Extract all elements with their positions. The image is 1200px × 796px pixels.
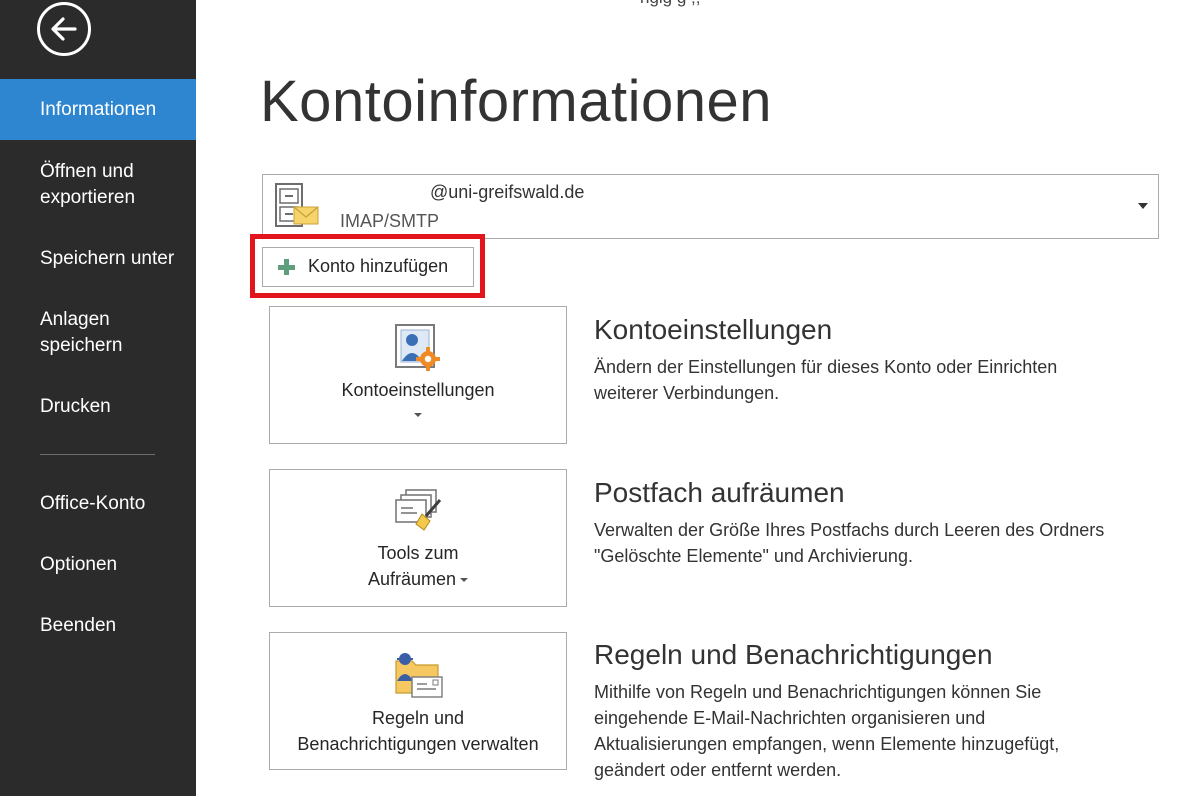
sidebar-item-label: Drucken — [40, 396, 111, 417]
sidebar-item-anlagen-speichern[interactable]: Anlagen speichern — [0, 307, 196, 359]
page-title: Kontoinformationen — [260, 69, 772, 134]
cleanup-tools-tile[interactable]: Tools zum Aufräumen — [269, 469, 567, 607]
tile-label-text: Aufräumen — [367, 569, 457, 589]
sidebar-item-office-konto[interactable]: Office-Konto — [0, 491, 196, 517]
tile-label-line2: Aufräumen — [270, 566, 566, 592]
backstage-sidebar: Informationen Öffnen und exportieren Spe… — [0, 0, 196, 796]
sidebar-item-label: exportieren — [40, 187, 136, 208]
cleanup-tools-icon — [395, 489, 442, 531]
account-selector[interactable]: @uni-greifswald.de IMAP/SMTP — [262, 174, 1159, 239]
account-type: IMAP/SMTP — [340, 211, 440, 231]
description-line: Verwalten der Größe Ihres Postfachs durc… — [594, 520, 1105, 540]
sidebar-item-label: Informationen — [40, 99, 157, 120]
sidebar-item-informationen[interactable]: Informationen — [0, 79, 196, 140]
tile-label: Kontoeinstellungen — [341, 380, 495, 400]
add-account-button[interactable]: Konto hinzufügen — [262, 247, 474, 287]
back-arrow-icon — [51, 17, 77, 41]
tile-label: Benachrichtigungen verwalten — [297, 734, 539, 754]
chevron-down-icon — [460, 578, 469, 583]
sidebar-item-label: Speichern unter — [40, 248, 175, 269]
section-title: Regeln und Benachrichtigungen — [594, 639, 993, 670]
account-email: @uni-greifswald.de — [430, 182, 585, 202]
sidebar-item-label: Beenden — [40, 615, 117, 636]
tile-label: Tools zum — [377, 543, 459, 563]
account-settings-tile[interactable]: Kontoeinstellungen — [269, 306, 567, 444]
sidebar-item-optionen[interactable]: Optionen — [0, 552, 196, 578]
cut-off-header-text: ngig g ;; — [640, 0, 701, 8]
rules-alerts-icon — [395, 653, 443, 698]
sidebar-item-label: Anlagen — [40, 309, 110, 330]
sidebar-item-label: speichern — [40, 335, 123, 356]
section-description: Mithilfe von Regeln und Benachrichtigung… — [594, 679, 1154, 783]
section-description: Verwalten der Größe Ihres Postfachs durc… — [594, 517, 1154, 569]
sidebar-item-label: Optionen — [40, 554, 118, 575]
add-account-label: Konto hinzufügen — [308, 256, 449, 276]
sidebar-item-beenden[interactable]: Beenden — [0, 613, 196, 639]
description-line: eingehende E-Mail-Nachrichten organisier… — [594, 708, 986, 728]
description-line: Aktualisierungen empfangen, wenn Element… — [594, 734, 1060, 754]
sidebar-item-speichern-unter[interactable]: Speichern unter — [0, 246, 196, 272]
back-button[interactable] — [37, 2, 91, 56]
description-line: weiterer Verbindungen. — [594, 383, 780, 403]
chevron-down-icon — [1138, 203, 1148, 209]
sidebar-item-drucken[interactable]: Drucken — [0, 394, 196, 420]
rules-alerts-tile[interactable]: Regeln und Benachrichtigungen verwalten — [269, 632, 567, 770]
chevron-down-icon — [414, 412, 422, 417]
description-line: "Gelöschte Elemente" und Archivierung. — [594, 546, 913, 566]
section-title: Kontoeinstellungen — [594, 314, 833, 345]
sidebar-item-label: Öffnen und — [40, 161, 134, 182]
tile-label: Regeln und — [371, 708, 465, 728]
account-settings-icon — [395, 324, 440, 371]
sidebar-item-label: Office-Konto — [40, 493, 146, 514]
description-line: Ändern der Einstellungen für dieses Kont… — [594, 357, 1058, 377]
sidebar-item-oeffnen-exportieren[interactable]: Öffnen und exportieren — [0, 159, 196, 211]
plus-icon — [278, 259, 295, 275]
description-line: Mithilfe von Regeln und Benachrichtigung… — [594, 682, 1042, 702]
section-title: Postfach aufräumen — [594, 477, 845, 508]
sidebar-divider — [40, 454, 155, 455]
section-description: Ändern der Einstellungen für dieses Kont… — [594, 354, 1154, 406]
mail-account-icon — [275, 183, 319, 227]
description-line: geändert oder entfernt werden. — [594, 760, 842, 780]
